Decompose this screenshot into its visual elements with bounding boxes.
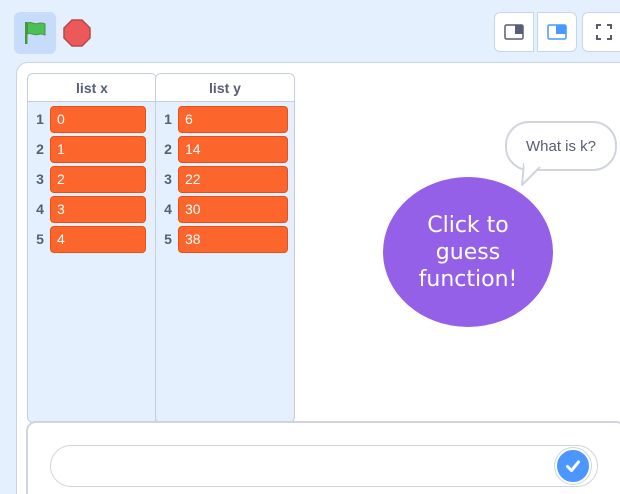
list-item: 5 4 (28, 224, 156, 254)
list-item: 2 1 (28, 134, 156, 164)
list-item: 5 38 (156, 224, 294, 254)
green-flag-button[interactable] (14, 12, 56, 54)
small-stage-button[interactable] (494, 12, 534, 52)
list-item-index: 4 (36, 201, 44, 217)
submit-answer-button[interactable] (555, 448, 591, 484)
list-item-value[interactable]: 30 (178, 195, 288, 223)
sprite-text-line: function! (418, 266, 518, 292)
list-item-value[interactable]: 2 (50, 165, 146, 193)
ask-prompt (26, 421, 620, 494)
sprite-text-line: guess (435, 239, 501, 265)
list-item-index: 4 (164, 201, 172, 217)
list-item-index: 3 (36, 171, 44, 187)
list-item: 4 30 (156, 194, 294, 224)
stop-sign-icon (63, 19, 91, 47)
list-item-value[interactable]: 14 (178, 135, 288, 163)
list-item-index: 1 (36, 111, 44, 127)
list-item-value[interactable]: 4 (50, 225, 146, 253)
speech-bubble-tail (521, 163, 544, 186)
large-stage-button[interactable] (537, 12, 577, 52)
list-title: list y (156, 74, 294, 102)
list-item-value[interactable]: 3 (50, 195, 146, 223)
list-item: 1 0 (28, 104, 156, 134)
stop-button[interactable] (60, 16, 94, 50)
list-item-value[interactable]: 1 (50, 135, 146, 163)
list-item: 3 2 (28, 164, 156, 194)
large-stage-icon (547, 24, 567, 40)
guess-function-sprite[interactable]: Click to guess function! (383, 177, 553, 327)
list-item: 4 3 (28, 194, 156, 224)
list-item-index: 2 (164, 141, 172, 157)
green-flag-icon (25, 21, 46, 44)
fullscreen-icon (596, 24, 612, 40)
list-monitor-x: list x 1 0 2 1 3 2 4 3 5 4 (27, 73, 157, 423)
sprite-text-line: Click to (427, 212, 509, 238)
list-item-index: 5 (164, 231, 172, 247)
list-item-index: 5 (36, 231, 44, 247)
list-item-index: 2 (36, 141, 44, 157)
list-item: 3 22 (156, 164, 294, 194)
list-item: 2 14 (156, 134, 294, 164)
list-item-value[interactable]: 0 (50, 105, 146, 133)
list-item-index: 1 (164, 111, 172, 127)
checkmark-icon (566, 460, 580, 472)
answer-input[interactable] (50, 445, 598, 487)
list-item-value[interactable]: 38 (178, 225, 288, 253)
list-item-value[interactable]: 22 (178, 165, 288, 193)
stage-toolbar (0, 0, 620, 62)
small-stage-icon (504, 24, 524, 40)
list-item-index: 3 (164, 171, 172, 187)
fullscreen-button[interactable] (582, 12, 620, 52)
list-title: list x (28, 74, 156, 102)
list-monitor-y: list y 1 6 2 14 3 22 4 30 5 38 (155, 73, 295, 423)
list-item: 1 6 (156, 104, 294, 134)
list-item-value[interactable]: 6 (178, 105, 288, 133)
